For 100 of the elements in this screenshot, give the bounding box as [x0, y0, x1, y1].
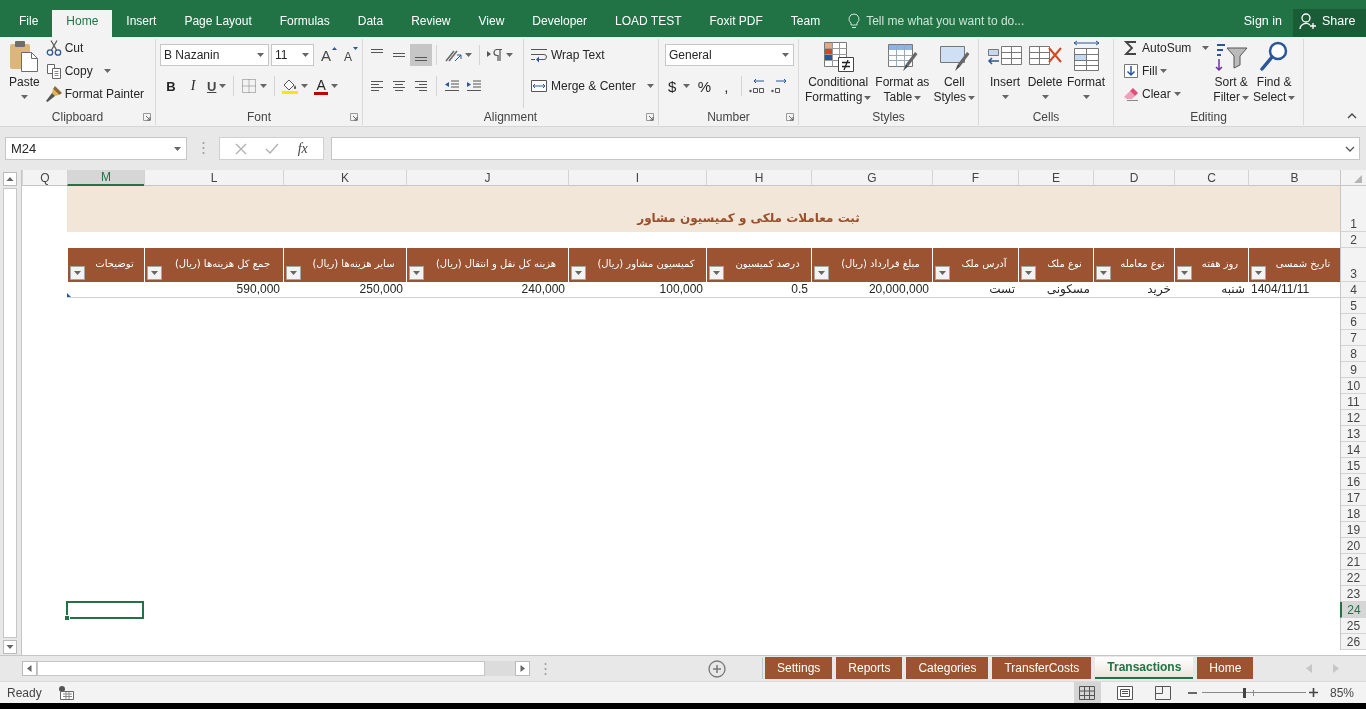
row-header[interactable]: 12 — [1340, 410, 1366, 426]
row-header[interactable]: 17 — [1340, 490, 1366, 506]
row-header[interactable]: 24 — [1340, 602, 1366, 618]
grip-dots-icon[interactable] — [544, 661, 547, 676]
filter-button[interactable] — [409, 266, 424, 280]
font-name-field[interactable]: B Nazanin — [160, 44, 269, 66]
column-header[interactable]: G — [811, 170, 932, 186]
ribbon-tab[interactable]: LOAD TEST — [601, 10, 696, 37]
dialog-launcher-icon[interactable] — [350, 112, 358, 121]
ribbon-tab[interactable]: Review — [397, 10, 465, 37]
filter-button[interactable] — [709, 266, 724, 280]
tell-me-field[interactable]: Tell me what you want to do... — [834, 10, 1042, 37]
filter-button[interactable] — [814, 266, 829, 280]
cut-button[interactable]: Cut — [43, 36, 147, 59]
align-bottom-button[interactable] — [410, 44, 432, 66]
column-header[interactable]: E — [1018, 170, 1093, 186]
filter-button[interactable] — [147, 266, 162, 280]
row-header[interactable]: 15 — [1340, 458, 1366, 474]
cell-styles-button[interactable]: Cell Styles — [931, 39, 978, 107]
row-header[interactable]: 14 — [1340, 442, 1366, 458]
format-painter-button[interactable]: Format Painter — [43, 82, 147, 105]
column-header[interactable]: B — [1248, 170, 1340, 186]
sign-in-link[interactable]: Sign in — [1232, 10, 1293, 37]
row-header[interactable]: 5 — [1340, 298, 1366, 314]
column-header[interactable]: D — [1093, 170, 1174, 186]
chevron-down-icon[interactable] — [1345, 145, 1355, 152]
dialog-launcher-icon[interactable] — [143, 112, 151, 121]
column-header[interactable]: J — [406, 170, 568, 186]
row-header[interactable]: 16 — [1340, 474, 1366, 490]
column-header[interactable]: I — [568, 170, 706, 186]
fill-button[interactable]: Fill — [1121, 59, 1212, 82]
currency-button[interactable]: $ — [665, 75, 694, 97]
row-header[interactable]: 11 — [1340, 394, 1366, 410]
row-header[interactable]: 26 — [1340, 634, 1366, 650]
bold-button[interactable]: B — [160, 75, 182, 97]
row-header[interactable]: 19 — [1340, 522, 1366, 538]
row-header[interactable]: 13 — [1340, 426, 1366, 442]
font-size-field[interactable]: 11 — [271, 44, 314, 66]
normal-view-button[interactable] — [1073, 682, 1101, 703]
number-format-field[interactable]: General — [665, 44, 794, 66]
ribbon-tab[interactable]: Page Layout — [170, 10, 266, 37]
format-as-table-button[interactable]: Format as Table — [873, 39, 932, 107]
column-header[interactable]: H — [706, 170, 811, 186]
column-header[interactable]: M — [67, 170, 144, 186]
column-header[interactable]: Q — [22, 170, 67, 186]
format-button[interactable]: Format — [1065, 39, 1107, 107]
ribbon-tab[interactable]: Developer — [518, 10, 601, 37]
scrollbar-thumb[interactable] — [3, 188, 17, 638]
check-icon[interactable] — [265, 142, 280, 155]
filter-button[interactable] — [1096, 266, 1111, 280]
sheet-tab[interactable]: Transactions — [1095, 657, 1194, 679]
row-header[interactable]: 4 — [1340, 282, 1366, 298]
shrink-font-button[interactable]: A — [340, 44, 362, 66]
zoom-level[interactable]: 85% — [1329, 685, 1354, 700]
filter-button[interactable] — [70, 266, 85, 280]
name-box[interactable]: M24 — [5, 137, 187, 160]
find-select-button[interactable]: Find & Select — [1251, 39, 1298, 107]
underline-button[interactable]: U — [204, 75, 230, 97]
dialog-launcher-icon[interactable] — [646, 112, 654, 121]
filter-button[interactable] — [286, 266, 301, 280]
share-button[interactable]: Share — [1293, 9, 1366, 37]
wrap-text-button[interactable]: Wrap Text — [528, 43, 607, 67]
row-header[interactable]: 6 — [1340, 314, 1366, 330]
row-header[interactable]: 25 — [1340, 618, 1366, 634]
dialog-launcher-icon[interactable] — [786, 112, 794, 121]
sheet-tab[interactable]: TransferCosts — [992, 657, 1092, 679]
column-header[interactable]: L — [144, 170, 283, 186]
row-header[interactable]: 18 — [1340, 506, 1366, 522]
sheet-tab[interactable]: Categories — [906, 657, 989, 679]
conditional-formatting-button[interactable]: Conditional Formatting — [803, 39, 874, 107]
comma-style-button[interactable]: , — [715, 75, 738, 97]
italic-button[interactable]: I — [182, 75, 204, 97]
column-header[interactable]: C — [1174, 170, 1248, 186]
copy-button[interactable]: Copy — [43, 59, 147, 82]
row-header[interactable]: 23 — [1340, 586, 1366, 602]
row-header[interactable]: 10 — [1340, 378, 1366, 394]
row-header[interactable]: 21 — [1340, 554, 1366, 570]
ribbon-tab[interactable]: File — [5, 10, 53, 37]
chevron-up-icon[interactable] — [1347, 113, 1357, 119]
sort-filter-button[interactable]: Sort & Filter — [1211, 39, 1252, 107]
row-header[interactable]: 7 — [1340, 330, 1366, 346]
formula-field[interactable] — [331, 137, 1360, 160]
row-header[interactable]: 22 — [1340, 570, 1366, 586]
macro-record-icon[interactable] — [57, 685, 74, 700]
sheet-tab[interactable]: Home — [1197, 657, 1254, 679]
filter-button[interactable] — [1251, 266, 1266, 280]
row-header[interactable]: 8 — [1340, 346, 1366, 362]
grow-font-button[interactable]: A — [318, 44, 340, 66]
plus-icon[interactable] — [1308, 688, 1318, 697]
paste-button[interactable]: Paste — [7, 39, 42, 107]
ribbon-tab[interactable]: Data — [343, 10, 398, 37]
insert-function-button[interactable]: fx — [297, 140, 308, 157]
filter-button[interactable] — [1021, 266, 1036, 280]
ribbon-tab[interactable]: Insert — [112, 10, 171, 37]
clear-button[interactable]: Clear — [1121, 82, 1212, 105]
ribbon-tab[interactable]: Formulas — [265, 10, 344, 37]
row-header[interactable]: 3 — [1340, 248, 1366, 282]
slider-thumb[interactable] — [1242, 687, 1246, 698]
insert-button[interactable]: Insert — [985, 39, 1025, 107]
ribbon-tab[interactable]: View — [464, 10, 519, 37]
